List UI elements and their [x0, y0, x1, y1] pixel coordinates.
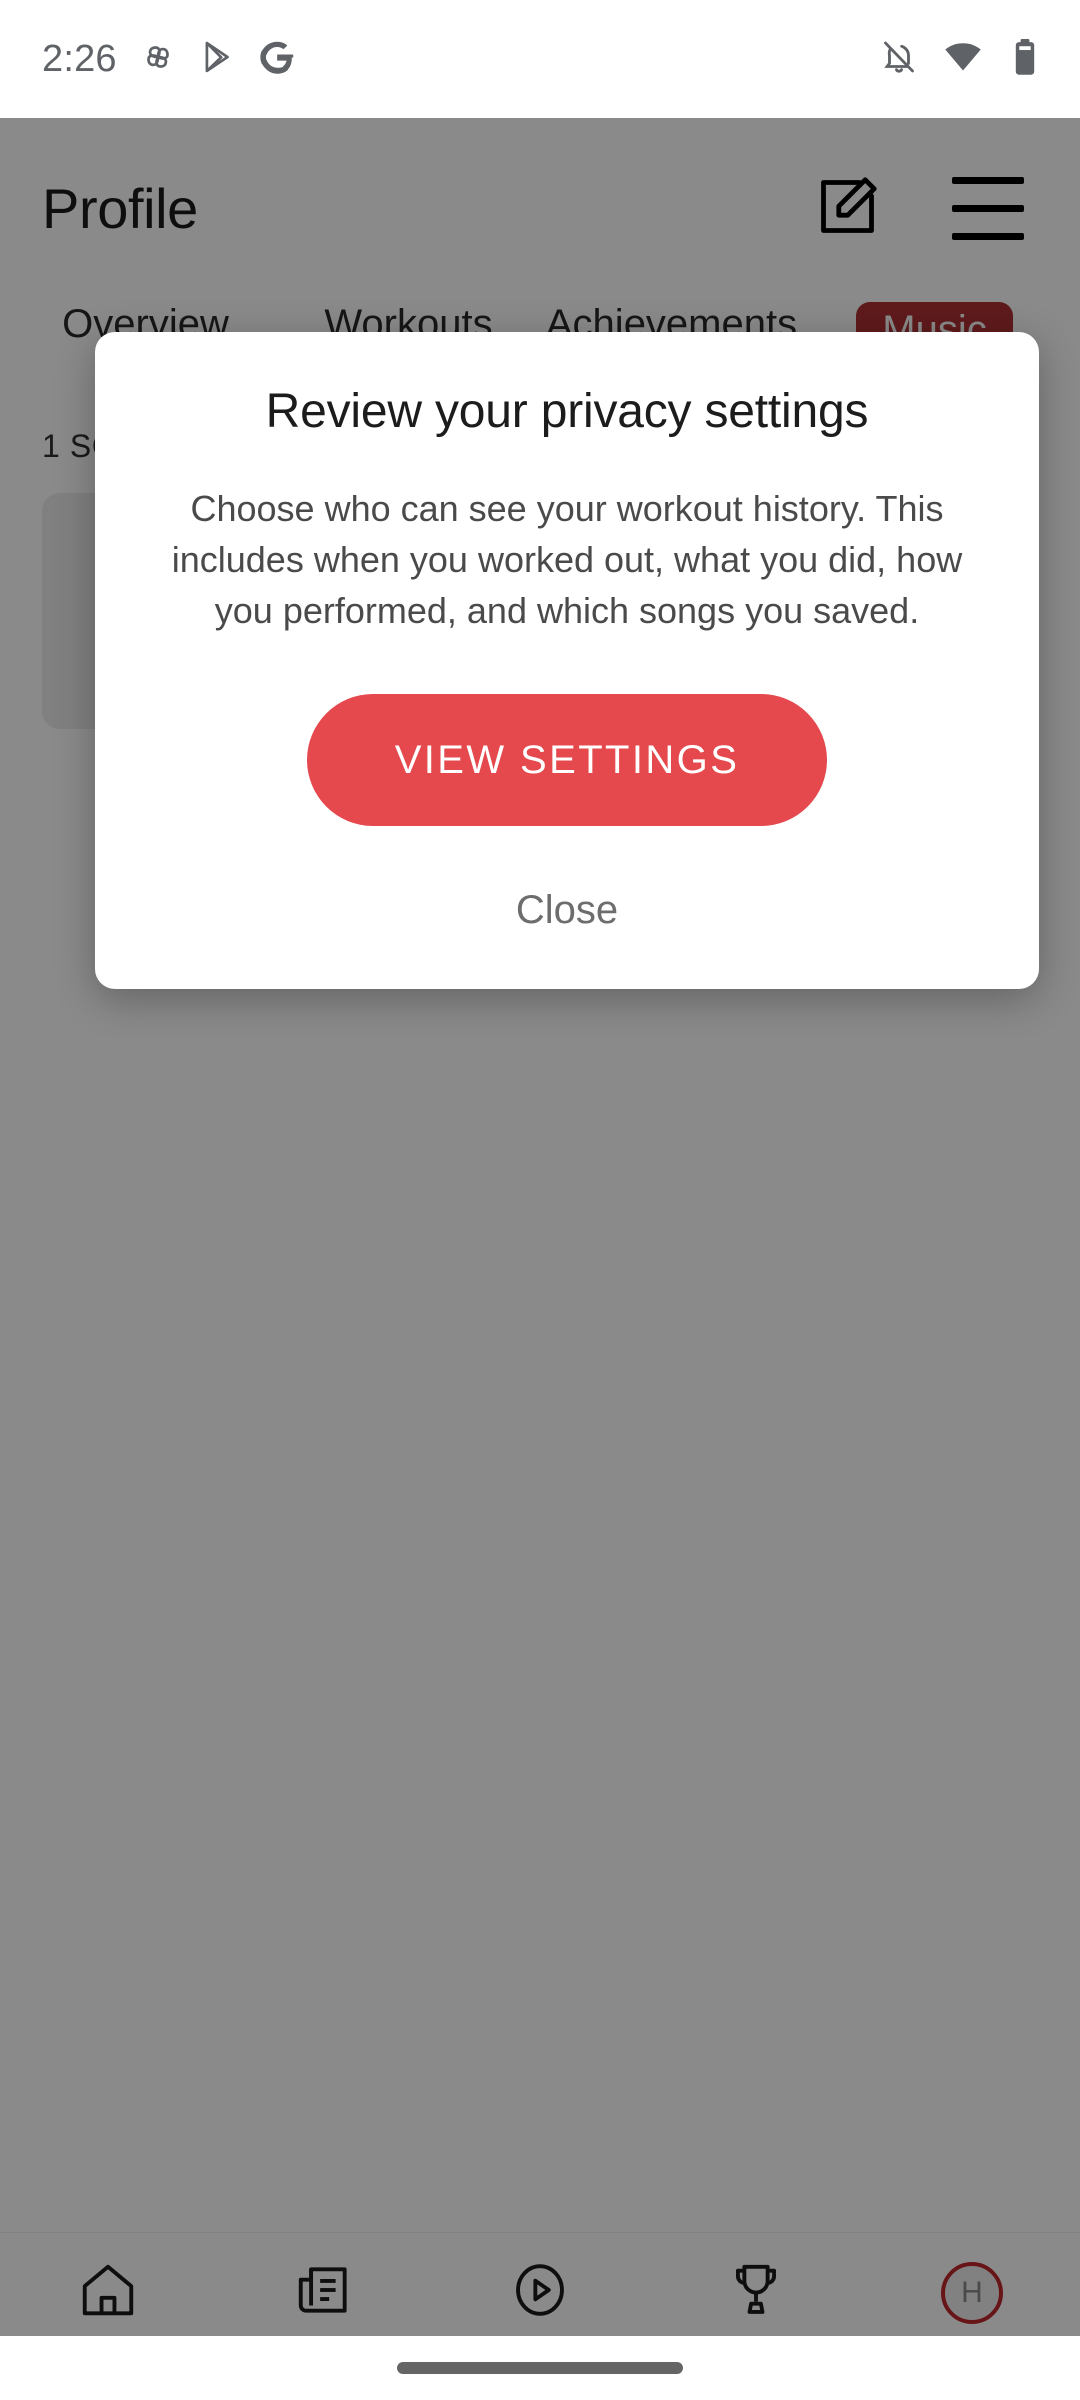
- dialog-message: Choose who can see your workout history.…: [139, 483, 995, 636]
- pinwheel-icon: [139, 38, 177, 81]
- play-store-icon: [199, 38, 237, 81]
- gesture-handle[interactable]: [397, 2362, 683, 2374]
- battery-icon: [1008, 38, 1042, 81]
- gesture-navigation-bar: [0, 2336, 1080, 2400]
- status-bar-left: 2:26: [42, 38, 295, 81]
- notifications-off-icon: [880, 38, 918, 81]
- wifi-icon: [944, 38, 982, 81]
- view-settings-button[interactable]: VIEW SETTINGS: [307, 694, 827, 826]
- dialog-actions: VIEW SETTINGS Close: [139, 694, 995, 941]
- phone-screen: 2:26: [0, 0, 1080, 2400]
- privacy-settings-dialog: Review your privacy settings Choose who …: [95, 332, 1039, 989]
- close-button[interactable]: Close: [486, 880, 648, 941]
- status-bar-right: [880, 38, 1042, 81]
- status-bar: 2:26: [0, 0, 1080, 118]
- dialog-title: Review your privacy settings: [139, 384, 995, 439]
- google-g-icon: [259, 39, 295, 80]
- status-bar-clock: 2:26: [42, 40, 117, 78]
